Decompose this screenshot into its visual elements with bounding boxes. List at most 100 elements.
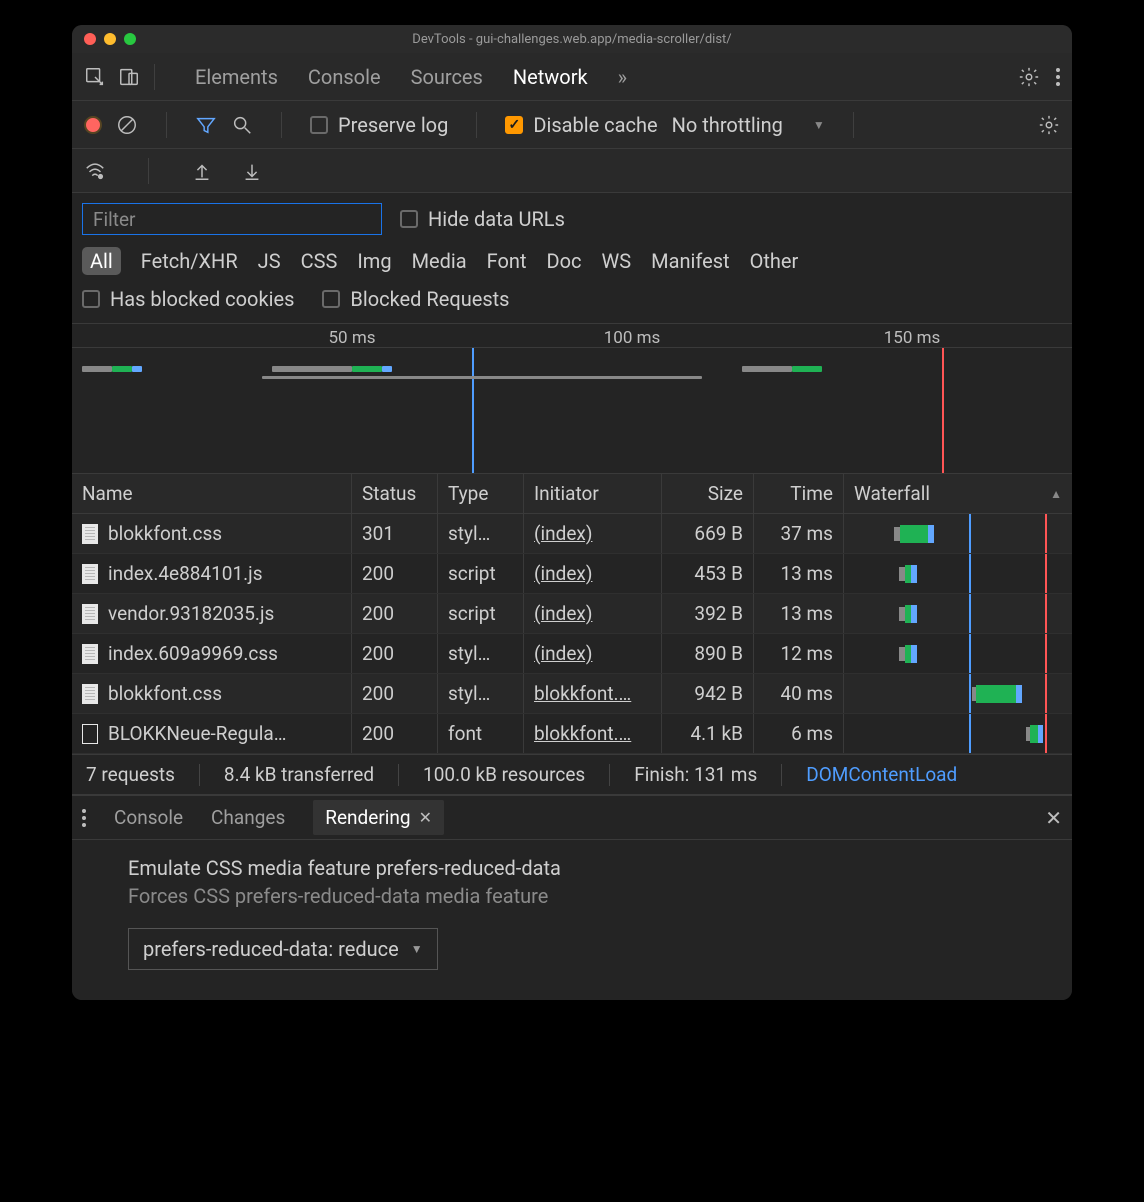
filter-bar: Hide data URLs All Fetch/XHR JS CSS Img … <box>72 193 1072 324</box>
drawer-menu-icon[interactable] <box>82 809 86 827</box>
filter-other[interactable]: Other <box>750 249 799 273</box>
file-icon <box>82 724 98 744</box>
col-time[interactable]: Time <box>754 474 844 513</box>
col-size[interactable]: Size <box>662 474 754 513</box>
upload-har-icon[interactable] <box>191 160 213 182</box>
preserve-log-checkbox[interactable]: Preserve log <box>310 113 448 137</box>
drawer-tab-changes[interactable]: Changes <box>211 806 285 829</box>
network-settings-gear-icon[interactable] <box>1038 114 1060 136</box>
col-waterfall[interactable]: Waterfall▲ <box>844 474 1072 513</box>
emulate-title: Emulate CSS media feature prefers-reduce… <box>128 856 1052 880</box>
file-icon <box>82 644 98 664</box>
separator <box>166 112 167 138</box>
dcl-marker <box>472 348 474 473</box>
network-toolbar: Preserve log Disable cache No throttling… <box>72 101 1072 149</box>
status-bar: 7 requests 8.4 kB transferred 100.0 kB r… <box>72 754 1072 794</box>
sort-indicator-icon: ▲ <box>1050 487 1062 501</box>
initiator-link[interactable]: blokkfont.… <box>534 722 631 745</box>
status-finish: Finish: 131 ms <box>634 763 757 786</box>
inspect-element-icon[interactable] <box>84 66 106 88</box>
col-initiator[interactable]: Initiator <box>524 474 662 513</box>
download-har-icon[interactable] <box>241 160 263 182</box>
record-button[interactable] <box>84 116 102 134</box>
table-row[interactable]: blokkfont.css 200 styl… blokkfont.… 942 … <box>72 674 1072 714</box>
filter-js[interactable]: JS <box>258 249 281 273</box>
filter-fetchxhr[interactable]: Fetch/XHR <box>141 249 238 273</box>
drawer-tab-rendering[interactable]: Rendering✕ <box>313 800 444 835</box>
titlebar[interactable]: DevTools - gui-challenges.web.app/media-… <box>72 25 1072 53</box>
load-marker <box>942 348 944 473</box>
minimize-window-button[interactable] <box>104 33 116 45</box>
tab-elements[interactable]: Elements <box>195 65 278 89</box>
clear-icon[interactable] <box>116 114 138 136</box>
emulate-subtitle: Forces CSS prefers-reduced-data media fe… <box>128 884 1052 908</box>
gear-icon[interactable] <box>1018 66 1040 88</box>
col-type[interactable]: Type <box>438 474 524 513</box>
maximize-window-button[interactable] <box>124 33 136 45</box>
initiator-link[interactable]: (index) <box>534 642 592 665</box>
close-tab-icon[interactable]: ✕ <box>419 808 432 827</box>
disable-cache-checkbox[interactable]: Disable cache <box>505 113 657 137</box>
col-name[interactable]: Name <box>72 474 352 513</box>
resource-type-filters: All Fetch/XHR JS CSS Img Media Font Doc … <box>82 247 1062 275</box>
rendering-panel: Emulate CSS media feature prefers-reduce… <box>72 840 1072 1000</box>
window-title: DevTools - gui-challenges.web.app/media-… <box>72 32 1072 47</box>
throttling-select[interactable]: No throttling▼ <box>672 113 825 137</box>
drawer: Console Changes Rendering✕ ✕ Emulate CSS… <box>72 794 1072 1000</box>
status-dcl: DOMContentLoad <box>806 763 957 786</box>
tab-network[interactable]: Network <box>513 65 588 89</box>
filter-doc[interactable]: Doc <box>547 249 582 273</box>
drawer-tabs: Console Changes Rendering✕ ✕ <box>72 796 1072 840</box>
blocked-requests-checkbox[interactable]: Blocked Requests <box>322 287 509 311</box>
initiator-link[interactable]: (index) <box>534 522 592 545</box>
table-row[interactable]: index.609a9969.css 200 styl… (index) 890… <box>72 634 1072 674</box>
drawer-tab-console[interactable]: Console <box>114 806 183 829</box>
table-header: Name Status Type Initiator Size Time Wat… <box>72 474 1072 514</box>
has-blocked-cookies-checkbox[interactable]: Has blocked cookies <box>82 287 294 311</box>
close-drawer-icon[interactable]: ✕ <box>1045 806 1062 830</box>
file-icon <box>82 604 98 624</box>
main-toolbar: Elements Console Sources Network » <box>72 53 1072 101</box>
table-row[interactable]: BLOKKNeue-Regula… 200 font blokkfont.… 4… <box>72 714 1072 754</box>
traffic-lights <box>84 33 136 45</box>
filter-manifest[interactable]: Manifest <box>651 249 729 273</box>
status-transferred: 8.4 kB transferred <box>224 763 374 786</box>
close-window-button[interactable] <box>84 33 96 45</box>
devtools-window: DevTools - gui-challenges.web.app/media-… <box>72 25 1072 1000</box>
tab-console[interactable]: Console <box>308 65 381 89</box>
disable-cache-label: Disable cache <box>533 113 657 137</box>
table-row[interactable]: index.4e884101.js 200 script (index) 453… <box>72 554 1072 594</box>
filter-media[interactable]: Media <box>412 249 467 273</box>
col-status[interactable]: Status <box>352 474 438 513</box>
initiator-link[interactable]: (index) <box>534 602 592 625</box>
prefers-reduced-data-select[interactable]: prefers-reduced-data: reduce ▼ <box>128 928 438 970</box>
separator <box>148 158 149 184</box>
timeline-ruler: 50 ms 100 ms 150 ms <box>72 324 1072 348</box>
table-row[interactable]: blokkfont.css 301 styl… (index) 669 B 37… <box>72 514 1072 554</box>
chevron-down-icon: ▼ <box>411 942 423 956</box>
network-conditions-icon[interactable] <box>84 160 106 182</box>
file-icon <box>82 684 98 704</box>
separator <box>476 112 477 138</box>
filter-ws[interactable]: WS <box>602 249 632 273</box>
tab-sources[interactable]: Sources <box>411 65 483 89</box>
filter-input[interactable] <box>82 203 382 235</box>
initiator-link[interactable]: (index) <box>534 562 592 585</box>
table-row[interactable]: vendor.93182035.js 200 script (index) 39… <box>72 594 1072 634</box>
initiator-link[interactable]: blokkfont.… <box>534 682 631 705</box>
network-subtoolbar <box>72 149 1072 193</box>
filter-font[interactable]: Font <box>487 249 527 273</box>
hide-data-urls-checkbox[interactable]: Hide data URLs <box>400 207 565 231</box>
device-toolbar-icon[interactable] <box>118 66 140 88</box>
tabs-overflow-button[interactable]: » <box>618 65 627 89</box>
status-requests: 7 requests <box>86 763 175 786</box>
file-icon <box>82 564 98 584</box>
filter-all[interactable]: All <box>82 247 121 275</box>
file-icon <box>82 524 98 544</box>
kebab-menu-icon[interactable] <box>1056 68 1060 86</box>
filter-icon[interactable] <box>195 114 217 136</box>
search-icon[interactable] <box>231 114 253 136</box>
filter-img[interactable]: Img <box>357 249 391 273</box>
filter-css[interactable]: CSS <box>301 249 338 273</box>
overview-timeline[interactable]: 50 ms 100 ms 150 ms <box>72 324 1072 474</box>
